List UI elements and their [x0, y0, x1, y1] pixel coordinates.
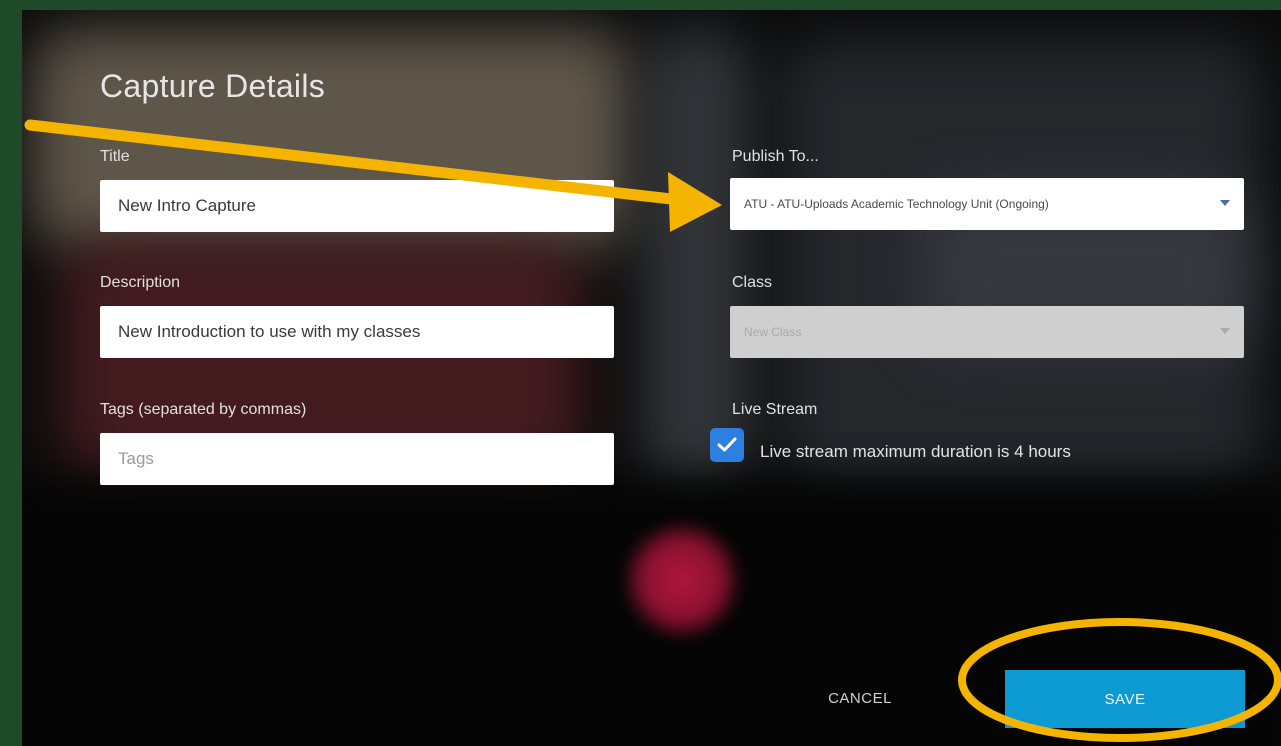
- tags-input[interactable]: Tags: [100, 433, 614, 485]
- dialog-title: Capture Details: [100, 68, 326, 104]
- capture-details-dialog: Capture Details Title New Intro Capture …: [22, 10, 1281, 746]
- class-label: Class: [732, 274, 773, 291]
- record-indicator: [622, 520, 742, 640]
- description-input[interactable]: New Introduction to use with my classes: [100, 306, 614, 358]
- tags-label: Tags (separated by commas): [100, 401, 307, 418]
- publish-to-value: ATU - ATU-Uploads Academic Technology Un…: [744, 197, 1049, 211]
- publish-to-select[interactable]: ATU - ATU-Uploads Academic Technology Un…: [730, 178, 1244, 230]
- class-value: New Class: [744, 325, 802, 339]
- live-stream-checkbox[interactable]: [710, 428, 744, 462]
- checkmark-icon: [717, 437, 737, 452]
- title-label: Title: [100, 148, 130, 165]
- chevron-down-icon: [1220, 200, 1230, 206]
- title-input[interactable]: New Intro Capture: [100, 180, 614, 232]
- publish-to-label: Publish To...: [732, 148, 819, 165]
- live-stream-note: Live stream maximum duration is 4 hours: [760, 442, 1071, 461]
- save-button[interactable]: SAVE: [1005, 670, 1245, 728]
- cancel-button[interactable]: CANCEL: [810, 683, 910, 713]
- class-select[interactable]: New Class: [730, 306, 1244, 358]
- live-stream-label: Live Stream: [732, 401, 818, 418]
- video-background-shelf: [642, 30, 752, 490]
- screenshot-frame: Capture Details Title New Intro Capture …: [0, 0, 1281, 746]
- description-label: Description: [100, 274, 181, 291]
- chevron-down-icon: [1220, 328, 1230, 334]
